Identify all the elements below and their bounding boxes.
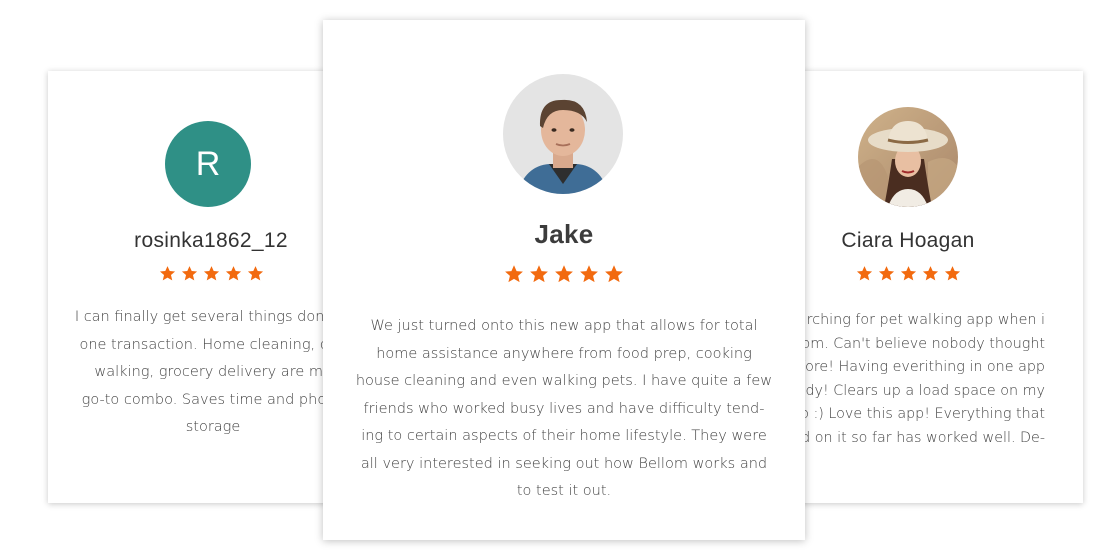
review-line: ed on it so far has worked well. De- — [792, 429, 1045, 446]
star-icon — [159, 266, 175, 281]
review-text: We just turned onto this new app that al… — [323, 313, 805, 506]
star-rating — [780, 265, 1036, 282]
woman-in-hat-portrait-photo-icon — [858, 107, 958, 207]
reviewer-name: Jake — [534, 219, 594, 249]
review-text: I can finally get several things done in… — [58, 304, 348, 442]
star-icon — [225, 266, 241, 281]
star-icon — [605, 265, 623, 283]
star-rating — [323, 264, 805, 284]
review-line: I can finally get several things done in — [74, 309, 348, 325]
review-line: to test it out. — [516, 483, 612, 499]
star-icon — [247, 266, 263, 281]
review-line: before! Having everithing in one app — [782, 359, 1045, 375]
letter-avatar: R — [165, 121, 251, 207]
star-icon — [878, 266, 894, 281]
review-line: go-to combo. Saves time and phone — [81, 391, 345, 408]
review-line: one transaction. Home cleaning, dog — [79, 336, 347, 353]
review-line: friends who worked busy lives and have d… — [363, 400, 765, 417]
review-line: too :) Love this app! Everything that — [785, 406, 1045, 422]
review-line: ing to certain aspects of their home lif… — [361, 428, 767, 444]
star-icon — [922, 266, 938, 281]
review-line: storage — [185, 419, 241, 435]
review-line: walking, grocery delivery are my — [94, 364, 332, 380]
review-line: arching for pet walking app when i — [797, 312, 1045, 328]
star-icon — [181, 266, 197, 281]
star-icon — [555, 265, 573, 283]
man-portrait-photo-icon — [503, 74, 623, 194]
review-text: arching for pet walking app when i ellom… — [780, 309, 1045, 450]
star-icon — [900, 266, 916, 281]
review-line: ellom. Can't believe nobody thought — [784, 335, 1045, 352]
star-icon — [856, 266, 872, 281]
star-icon — [580, 265, 598, 283]
star-icon — [944, 266, 960, 281]
testimonial-card-rosinka: R rosinka1862_12 I can finally get sever… — [48, 71, 348, 503]
reviewer-name: Ciara Hoagan — [841, 229, 975, 252]
review-line: house cleaning and even walking pets. I … — [355, 373, 773, 389]
testimonial-card-ciara: Ciara Hoagan arching for pet walking app… — [780, 71, 1083, 503]
reviewer-name: rosinka1862_12 — [134, 229, 288, 252]
avatar-letter: R — [195, 144, 221, 183]
review-line: all very interested in seeking out how B… — [360, 455, 768, 472]
star-rating — [48, 265, 348, 282]
star-icon — [505, 265, 523, 283]
review-line: We just turned onto this new app that al… — [370, 318, 758, 334]
star-icon — [530, 265, 548, 283]
review-line: home assistance anywhere from food prep,… — [376, 345, 752, 362]
review-line: handy! Clears up a load space on my — [780, 382, 1045, 399]
star-icon — [203, 266, 219, 281]
testimonial-card-jake: Jake We just turned onto this new app th… — [323, 20, 805, 540]
